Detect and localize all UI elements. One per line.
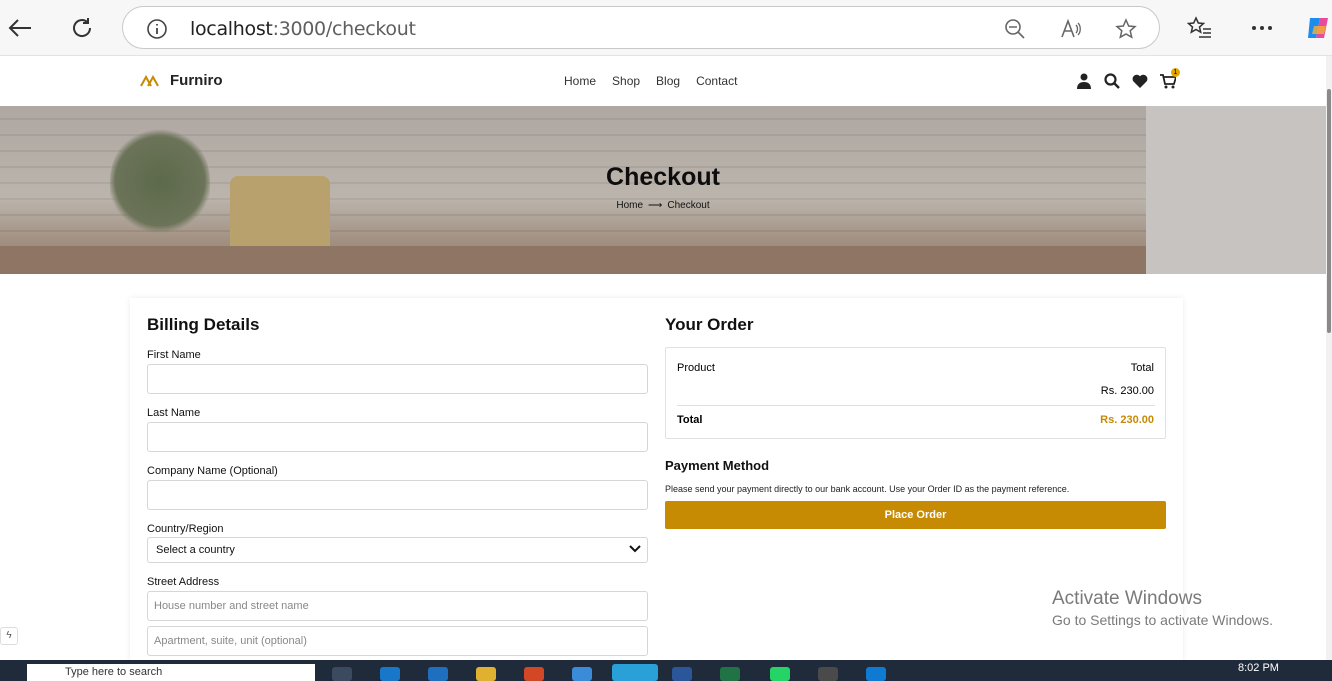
- header-actions: 1: [1076, 68, 1180, 90]
- word-taskbar-icon[interactable]: [672, 667, 692, 681]
- apartment-placeholder: Apartment, suite, unit (optional): [154, 635, 307, 647]
- nav-shop[interactable]: Shop: [612, 74, 640, 88]
- site-info-icon[interactable]: [145, 17, 169, 41]
- payment-method-title: Payment Method: [665, 458, 770, 473]
- country-select-value: Select a country: [156, 544, 235, 556]
- apartment-input[interactable]: Apartment, suite, unit (optional): [147, 626, 648, 656]
- first-name-label: First Name: [147, 349, 201, 361]
- browser-toolbar: localhost:3000/checkout: [0, 0, 1332, 56]
- whatsapp-taskbar-icon[interactable]: [770, 667, 790, 681]
- order-total-value: Rs. 230.00: [1100, 414, 1154, 426]
- order-divider: [677, 405, 1155, 406]
- first-name-input[interactable]: [147, 364, 648, 394]
- site-header: Furniro Home Shop Blog Contact 1: [0, 56, 1326, 106]
- country-label: Country/Region: [147, 523, 224, 535]
- country-select[interactable]: Select a country: [147, 537, 648, 563]
- main-nav: Home Shop Blog Contact: [564, 74, 737, 88]
- sidebar-toggle-icon[interactable]: ϟ: [0, 627, 18, 645]
- company-name-input[interactable]: [147, 480, 648, 510]
- breadcrumb-home[interactable]: Home: [616, 200, 643, 211]
- taskbar-clock[interactable]: 8:02 PM: [1238, 662, 1279, 674]
- windows-taskbar: Type here to search 8:02 PM: [0, 660, 1332, 681]
- active-browser-taskbar-icon[interactable]: [612, 664, 658, 681]
- hero-banner: Checkout Home ⟶ Checkout: [0, 106, 1326, 274]
- product-column-header: Product: [677, 362, 715, 374]
- copilot-icon[interactable]: [1304, 14, 1332, 42]
- terminal-taskbar-icon[interactable]: [818, 667, 838, 681]
- page-scrollbar[interactable]: [1326, 56, 1332, 660]
- back-icon[interactable]: [6, 14, 34, 42]
- app-taskbar-icon[interactable]: [572, 667, 592, 681]
- order-total-label: Total: [677, 414, 703, 426]
- payment-description: Please send your payment directly to our…: [665, 484, 1070, 494]
- street-address-placeholder: House number and street name: [154, 600, 309, 612]
- favorites-list-icon[interactable]: [1186, 14, 1214, 42]
- explorer-taskbar-icon[interactable]: [476, 667, 496, 681]
- scrollbar-thumb[interactable]: [1327, 89, 1331, 333]
- zoom-out-icon[interactable]: [1003, 17, 1027, 41]
- breadcrumb-current: Checkout: [667, 200, 710, 211]
- store-taskbar-icon[interactable]: [428, 667, 448, 681]
- chevron-down-icon: [629, 544, 641, 556]
- nav-contact[interactable]: Contact: [696, 74, 737, 88]
- task-view-icon[interactable]: [332, 667, 352, 681]
- powerpoint-taskbar-icon[interactable]: [524, 667, 544, 681]
- billing-title: Billing Details: [147, 315, 260, 334]
- breadcrumb: Home ⟶ Checkout: [0, 200, 1326, 211]
- user-icon[interactable]: [1076, 72, 1092, 90]
- address-bar[interactable]: localhost:3000/checkout: [122, 6, 1160, 49]
- taskbar-search-placeholder: Type here to search: [65, 666, 163, 678]
- edge-taskbar-icon[interactable]: [380, 667, 400, 681]
- url-text[interactable]: localhost:3000/checkout: [190, 18, 416, 40]
- activate-windows-title: Activate Windows: [1052, 588, 1202, 609]
- cart-icon[interactable]: 1: [1160, 68, 1180, 90]
- company-name-label: Company Name (Optional): [147, 465, 278, 477]
- vscode-taskbar-icon[interactable]: [866, 667, 886, 681]
- wishlist-heart-icon[interactable]: [1132, 72, 1148, 90]
- brand-name: Furniro: [170, 72, 223, 89]
- street-address-input[interactable]: House number and street name: [147, 591, 648, 621]
- read-aloud-icon[interactable]: [1059, 17, 1083, 41]
- street-address-label: Street Address: [147, 576, 220, 588]
- hero-table-decoration: [0, 246, 1326, 274]
- cart-count-badge: 1: [1171, 68, 1180, 77]
- taskbar-search[interactable]: Type here to search: [27, 664, 315, 681]
- line-item-total: Rs. 230.00: [1100, 385, 1154, 397]
- brand-logo[interactable]: Furniro: [140, 72, 223, 89]
- refresh-icon[interactable]: [68, 14, 96, 42]
- breadcrumb-arrow-icon: ⟶: [648, 200, 663, 211]
- order-summary-table: Product Total Rs. 230.00 Total Rs. 230.0…: [665, 347, 1166, 439]
- furniro-logo-icon: [140, 74, 159, 86]
- last-name-label: Last Name: [147, 407, 201, 419]
- nav-blog[interactable]: Blog: [656, 74, 680, 88]
- page-title: Checkout: [606, 163, 720, 191]
- total-column-header: Total: [1130, 362, 1154, 374]
- last-name-input[interactable]: [147, 422, 648, 452]
- excel-taskbar-icon[interactable]: [720, 667, 740, 681]
- nav-home[interactable]: Home: [564, 74, 596, 88]
- order-title: Your Order: [665, 315, 754, 334]
- more-options-icon[interactable]: [1248, 14, 1276, 42]
- place-order-button[interactable]: Place Order: [665, 501, 1166, 529]
- activate-windows-subtitle: Go to Settings to activate Windows.: [1052, 612, 1273, 628]
- favorite-star-icon[interactable]: [1114, 17, 1138, 41]
- search-icon[interactable]: [1104, 72, 1120, 90]
